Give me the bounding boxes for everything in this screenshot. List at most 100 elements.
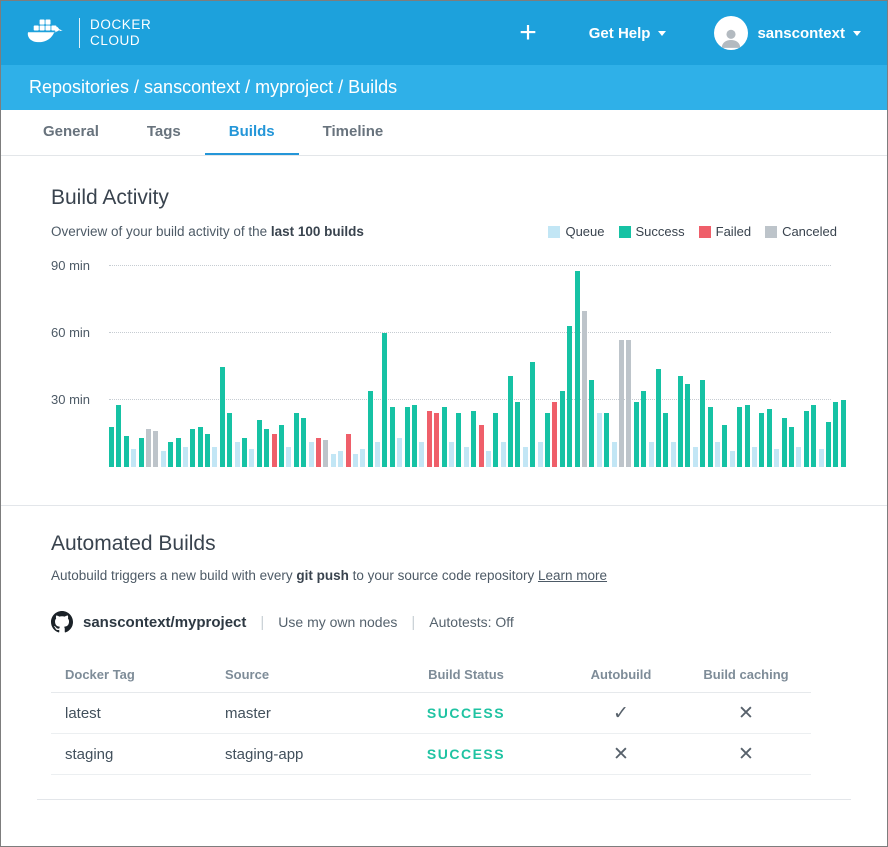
chart-bar-success: [205, 434, 210, 467]
chevron-down-icon: [853, 31, 861, 36]
legend-label: Canceled: [782, 224, 837, 239]
chart-bar-success: [508, 376, 513, 467]
user-menu[interactable]: sanscontext: [757, 25, 861, 42]
chart-bar-failed: [272, 434, 277, 467]
col-build-caching: Build caching: [681, 667, 811, 682]
legend-item-queue: Queue: [548, 224, 604, 239]
chart-bar-success: [678, 376, 683, 467]
chart-bar-failed: [346, 434, 351, 467]
build-status-badge: SUCCESS: [371, 705, 561, 721]
chart-bar-success: [560, 391, 565, 467]
tab-general[interactable]: General: [19, 110, 123, 155]
avatar[interactable]: [714, 16, 748, 50]
bottom-divider: [37, 799, 851, 800]
chart-bar-success: [804, 411, 809, 467]
chart-bar-success: [634, 402, 639, 467]
automated-builds-description: Autobuild triggers a new build with ever…: [51, 568, 837, 583]
table-header-row: Docker Tag Source Build Status Autobuild…: [51, 657, 811, 693]
chart-bar-success: [722, 425, 727, 467]
chart-bar-queue: [523, 447, 528, 467]
col-build-status: Build Status: [371, 667, 561, 682]
chart-bar-success: [264, 429, 269, 467]
chevron-down-icon: [658, 31, 666, 36]
chart-bar-queue: [449, 442, 454, 467]
chart-bar-success: [493, 413, 498, 467]
repo-name[interactable]: sanscontext/myproject: [83, 614, 246, 631]
autobuild-check-icon[interactable]: ✓: [561, 702, 681, 725]
chart-bar-success: [190, 429, 195, 467]
chart-bar-queue: [360, 449, 365, 467]
y-axis-tick-label: 30 min: [51, 392, 101, 407]
own-nodes-label[interactable]: Use my own nodes: [278, 614, 397, 630]
chart-bar-canceled: [619, 340, 624, 467]
chart-bar-success: [833, 402, 838, 467]
create-plus-button[interactable]: +: [519, 18, 537, 48]
autobuild-cross-icon[interactable]: ✕: [561, 743, 681, 766]
build-activity-subtitle: Overview of your build activity of the l…: [51, 224, 364, 239]
tab-timeline[interactable]: Timeline: [299, 110, 408, 155]
chart-bar-canceled: [323, 440, 328, 467]
legend-item-success: Success: [619, 224, 685, 239]
chart-bar-success: [368, 391, 373, 467]
github-icon: [51, 611, 73, 633]
chart-bar-queue: [397, 438, 402, 467]
table-row[interactable]: latest master SUCCESS ✓ ✕: [51, 693, 811, 734]
top-navbar: DOCKER CLOUD + Get Help sanscontext: [1, 1, 887, 65]
chart-bar-queue: [649, 442, 654, 467]
chart-bar-success: [826, 422, 831, 467]
autotests-label[interactable]: Autotests: Off: [429, 614, 514, 630]
get-help-menu[interactable]: Get Help: [589, 25, 667, 42]
chart-bar-queue: [131, 449, 136, 467]
chart-bar-success: [782, 418, 787, 467]
chart-bar-success: [124, 436, 129, 467]
legend-swatch-icon: [548, 226, 560, 238]
build-caching-cross-icon[interactable]: ✕: [681, 743, 811, 766]
chart-bar-success: [700, 380, 705, 467]
chart-bar-success: [641, 391, 646, 467]
chart-bar-queue: [752, 447, 757, 467]
source-repo-row: sanscontext/myproject | Use my own nodes…: [51, 611, 837, 633]
tab-tags[interactable]: Tags: [123, 110, 205, 155]
breadcrumb[interactable]: Repositories / sanscontext / myproject /…: [1, 65, 887, 110]
y-axis-tick-label: 60 min: [51, 325, 101, 340]
chart-bar-success: [109, 427, 114, 467]
chart-bar-failed: [552, 402, 557, 467]
chart-bar-success: [390, 407, 395, 467]
chart-bar-queue: [183, 447, 188, 467]
legend-label: Queue: [565, 224, 604, 239]
chart-bar-success: [589, 380, 594, 467]
chart-bar-queue: [715, 442, 720, 467]
chart-bar-success: [767, 409, 772, 467]
logo-text: DOCKER CLOUD: [90, 17, 151, 48]
chart-bar-queue: [235, 442, 240, 467]
build-caching-cross-icon[interactable]: ✕: [681, 702, 811, 725]
table-row[interactable]: staging staging-app SUCCESS ✕ ✕: [51, 734, 811, 775]
docker-tag-cell: latest: [51, 705, 211, 722]
source-cell: master: [211, 705, 371, 722]
chart-bar-queue: [612, 442, 617, 467]
separator: |: [411, 614, 415, 631]
tab-builds[interactable]: Builds: [205, 110, 299, 155]
chart-bar-failed: [427, 411, 432, 467]
col-docker-tag: Docker Tag: [51, 667, 211, 682]
legend-label: Success: [636, 224, 685, 239]
col-autobuild: Autobuild: [561, 667, 681, 682]
chart-bar-success: [841, 400, 846, 467]
chart-bar-queue: [338, 451, 343, 467]
docker-cloud-logo[interactable]: DOCKER CLOUD: [27, 17, 151, 48]
chart-bar-success: [242, 438, 247, 467]
chart-bar-success: [198, 427, 203, 467]
chart-bar-success: [685, 384, 690, 467]
legend-swatch-icon: [765, 226, 777, 238]
learn-more-link[interactable]: Learn more: [538, 568, 607, 583]
chart-bar-canceled: [582, 311, 587, 467]
legend-item-failed: Failed: [699, 224, 751, 239]
get-help-label: Get Help: [589, 25, 651, 42]
builds-table: Docker Tag Source Build Status Autobuild…: [51, 657, 811, 775]
legend-label: Failed: [716, 224, 751, 239]
chart-bar-success: [176, 438, 181, 467]
legend-swatch-icon: [699, 226, 711, 238]
chart-bar-success: [604, 413, 609, 467]
chart-bar-success: [279, 425, 284, 467]
legend-swatch-icon: [619, 226, 631, 238]
